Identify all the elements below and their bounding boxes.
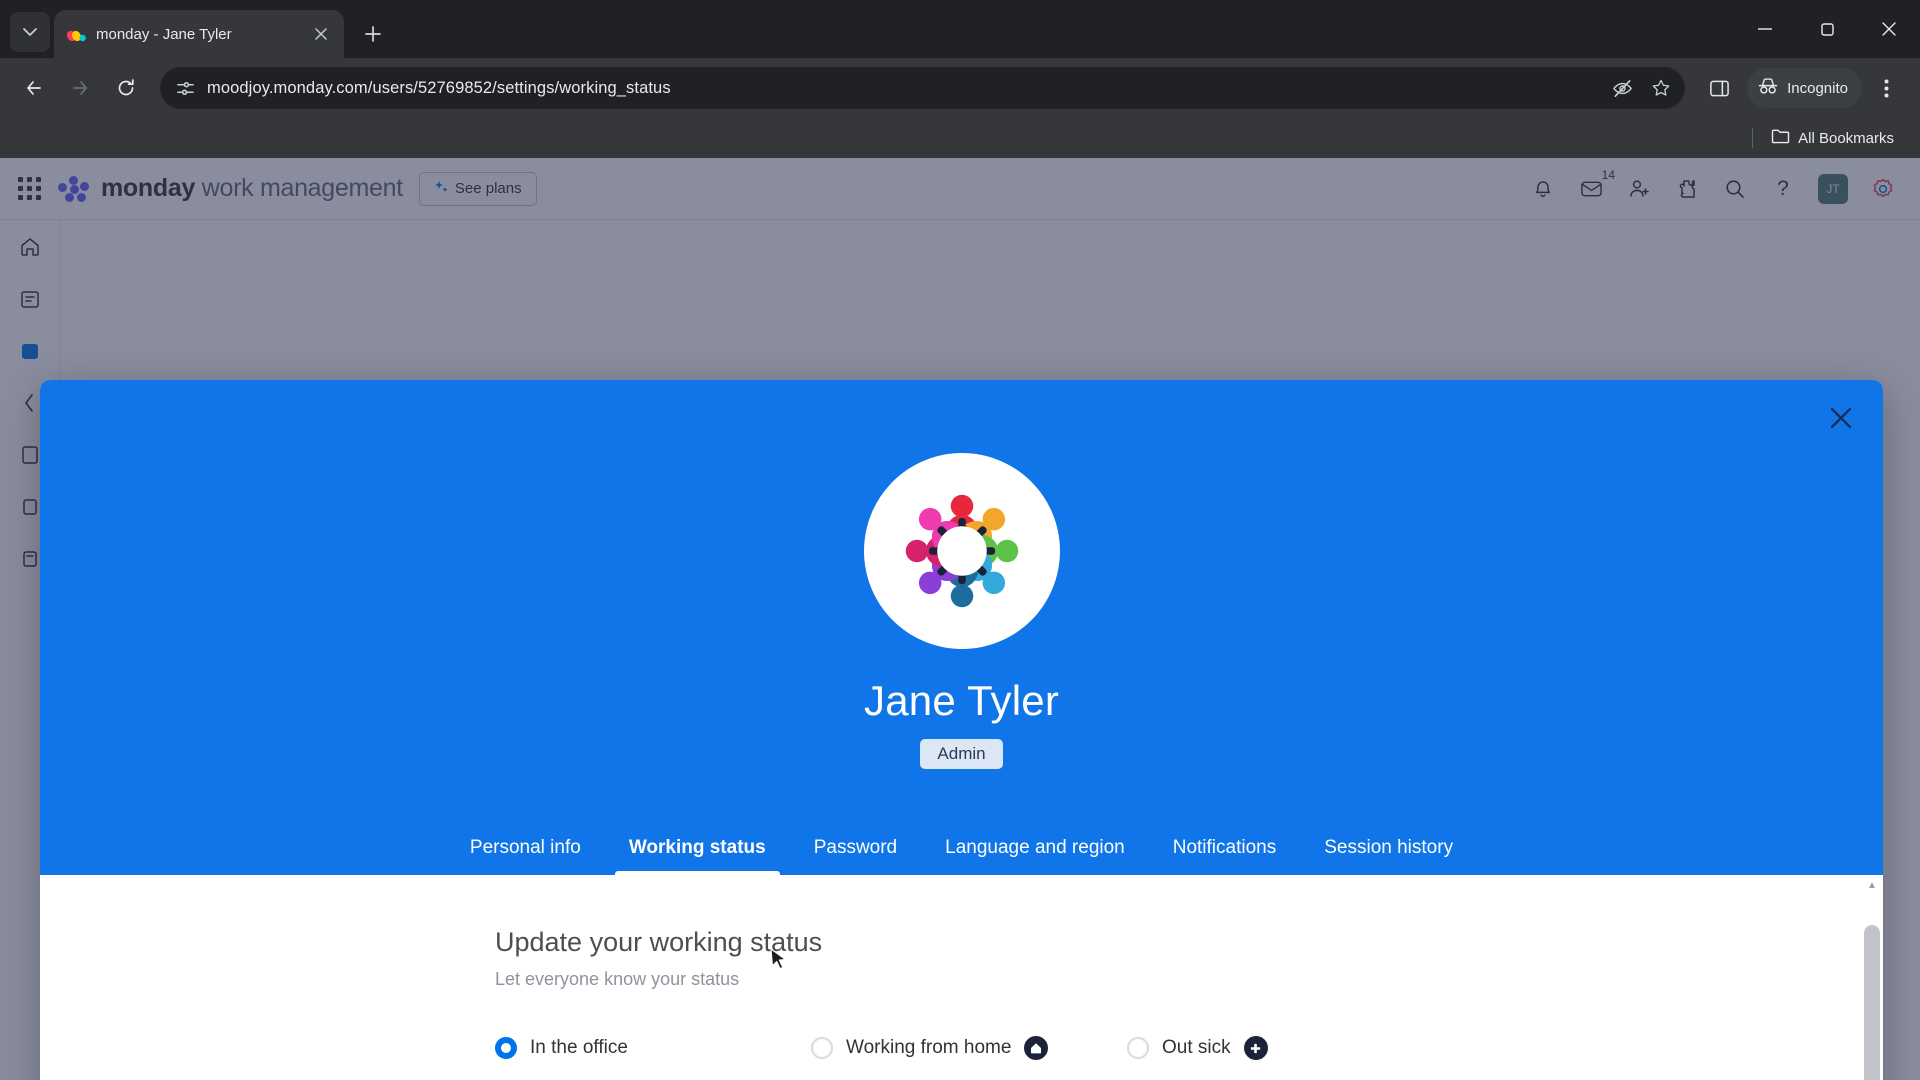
section-title: Update your working status [495, 927, 823, 957]
address-bar[interactable]: moodjoy.monday.com/users/52769852/settin… [160, 67, 1686, 109]
modal-scrollbar[interactable]: ▲ ▼ [1861, 875, 1883, 1080]
new-tab-button[interactable] [356, 17, 390, 51]
section-subtitle: Let everyone know your status [495, 969, 740, 989]
page-title: Jane Tyler [864, 677, 1059, 724]
tab-working-status[interactable]: Working status [614, 837, 780, 875]
bookmarks-divider [1752, 128, 1754, 148]
modal-body: Update your working status Let everyone … [40, 875, 1883, 1080]
window-controls [1734, 0, 1920, 58]
status-badge: Admin [920, 739, 1003, 769]
forward-button[interactable] [60, 68, 100, 108]
tab-session-history[interactable]: Session history [1318, 837, 1459, 875]
side-panel-icon[interactable] [1699, 68, 1739, 108]
tab-notifications[interactable]: Notifications [1167, 837, 1283, 875]
house-icon [1024, 1036, 1049, 1060]
profile-settings-modal: Jane Tyler Admin Personal info Working s… [40, 380, 1883, 1080]
eye-slash-icon[interactable] [1612, 78, 1633, 99]
incognito-label: Incognito [1787, 79, 1848, 97]
toolbar-right: Incognito [1699, 68, 1906, 108]
status-option-in-the-office[interactable]: In the office [495, 1036, 811, 1060]
page-settings-icon[interactable] [176, 79, 195, 98]
browser-toolbar: moodjoy.monday.com/users/52769852/settin… [0, 58, 1920, 118]
web-page: monday work management See plans 14 [0, 158, 1920, 1080]
folder-icon [1771, 128, 1790, 148]
tab-personal-info[interactable]: Personal info [464, 837, 587, 875]
status-option-out-sick[interactable]: Out sick [1127, 1036, 1443, 1060]
tab-close-icon[interactable] [310, 23, 332, 45]
browser-tab[interactable]: monday - Jane Tyler [54, 10, 344, 58]
status-options-grid: In the office Working from home Out sick [495, 1036, 1505, 1080]
back-button[interactable] [14, 68, 54, 108]
scrollbar-track[interactable] [1864, 895, 1880, 1080]
incognito-indicator[interactable]: Incognito [1747, 68, 1862, 108]
status-label: In the office [530, 1037, 628, 1058]
browser-window: monday - Jane Tyler moodjoy.monday.com/u… [0, 0, 1920, 1080]
all-bookmarks-button[interactable]: All Bookmarks [1763, 124, 1902, 152]
incognito-icon [1757, 77, 1779, 99]
all-bookmarks-label: All Bookmarks [1798, 129, 1894, 147]
medical-plus-icon [1243, 1036, 1268, 1060]
window-close-button[interactable] [1858, 0, 1920, 58]
tab-search-icon[interactable] [10, 12, 50, 52]
working-status-panel: Update your working status Let everyone … [40, 875, 1883, 1080]
window-minimize-button[interactable] [1734, 0, 1796, 58]
tab-password[interactable]: Password [808, 837, 903, 875]
scroll-up-arrow[interactable]: ▲ [1861, 875, 1883, 895]
tab-strip: monday - Jane Tyler [0, 0, 1920, 58]
close-icon[interactable] [1823, 400, 1859, 436]
monday-logo-icon [66, 24, 86, 44]
tab-title: monday - Jane Tyler [96, 25, 232, 43]
status-option-working-from-home[interactable]: Working from home [811, 1036, 1127, 1060]
tab-language-and-region[interactable]: Language and region [939, 837, 1131, 875]
bookmarks-bar: All Bookmarks [0, 118, 1920, 158]
radio-in-the-office[interactable] [495, 1037, 517, 1059]
scrollbar-thumb[interactable] [1864, 925, 1880, 1080]
url-text[interactable]: moodjoy.monday.com/users/52769852/settin… [207, 79, 1600, 98]
radio-working-from-home[interactable] [811, 1037, 833, 1059]
status-label: Out sick [1162, 1037, 1231, 1058]
radio-out-sick[interactable] [1127, 1037, 1149, 1059]
window-maximize-button[interactable] [1796, 0, 1858, 58]
bookmark-star-icon[interactable] [1651, 78, 1671, 98]
reload-button[interactable] [106, 68, 146, 108]
status-label: Working from home [846, 1037, 1012, 1058]
avatar-artwork [905, 494, 1018, 608]
modal-hero-header: Jane Tyler Admin Personal info Working s… [40, 380, 1883, 875]
three-dot-menu-icon[interactable] [1866, 68, 1906, 108]
modal-tab-bar: Personal info Working status Password La… [40, 837, 1883, 875]
team-circle-avatar [863, 453, 1060, 649]
